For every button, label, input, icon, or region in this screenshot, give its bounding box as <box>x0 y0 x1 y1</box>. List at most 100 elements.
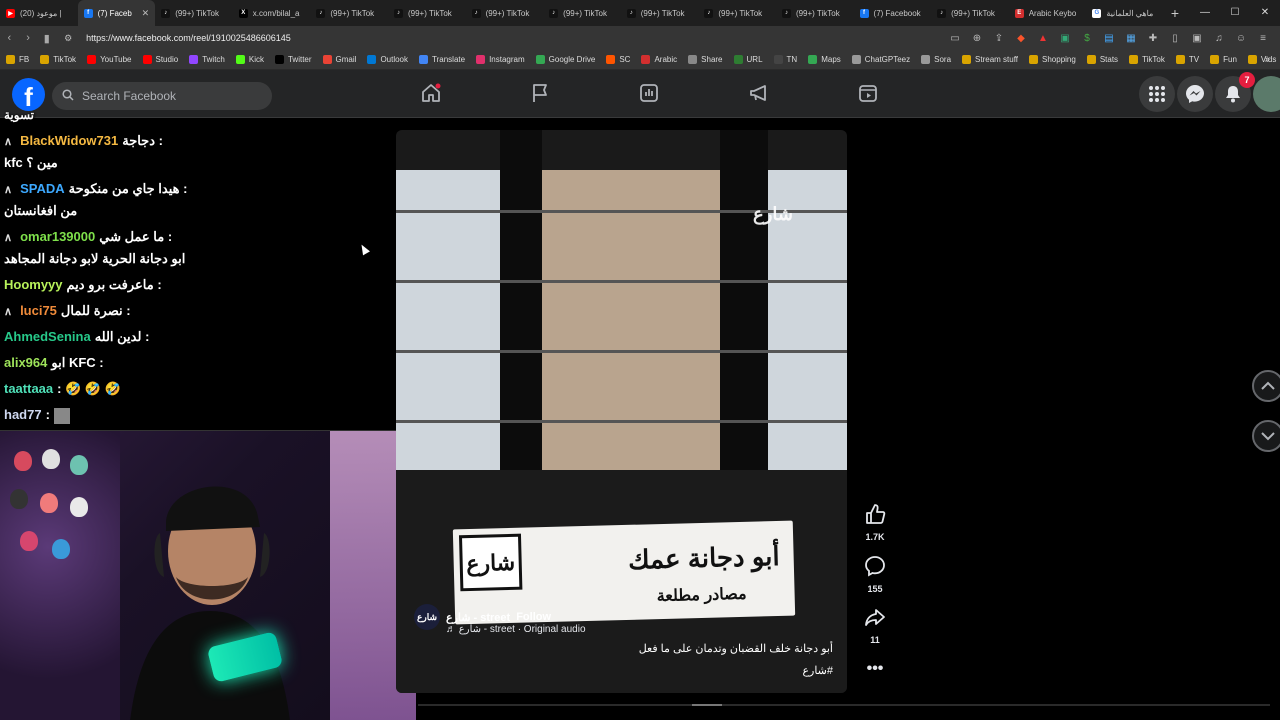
extensions-puzzle-icon[interactable]: ✚ <box>1142 30 1164 46</box>
bookmarks-overflow-icon[interactable]: » <box>1264 54 1270 65</box>
browser-tab[interactable]: f (7) Facebook <box>854 0 932 26</box>
browser-tab[interactable]: ♪ (99+) TikTok <box>931 0 1009 26</box>
extension-icon-4[interactable]: ▦ <box>1120 30 1142 46</box>
home-nav-icon[interactable] <box>420 82 442 104</box>
browser-tab[interactable]: ♪ (99+) TikTok <box>155 0 233 26</box>
author-avatar[interactable]: شارع <box>414 604 440 630</box>
browser-nav-bar: ‹ › ▮ ⚙ https://www.facebook.com/reel/19… <box>0 26 1280 50</box>
extension-icon-3[interactable]: ▤ <box>1098 30 1120 46</box>
reel-audio[interactable]: ♬ شارع - street · Original audio <box>446 624 586 635</box>
reel-video[interactable]: شارع شارع أبو دجانة عمك مصادر مطلعة شارع… <box>396 130 847 693</box>
browser-tab[interactable]: ♪ (99+) TikTok <box>621 0 699 26</box>
more-options-icon[interactable]: ••• <box>862 660 888 678</box>
horizontal-scrollbar[interactable] <box>418 704 1270 706</box>
browser-tab[interactable]: f (7) Faceb ✕ <box>77 0 156 26</box>
browser-tab[interactable]: ♪ (99+) TikTok <box>776 0 854 26</box>
share-action[interactable]: 11 <box>862 606 888 645</box>
bookmark-item[interactable]: Google Drive <box>535 55 595 64</box>
browser-tab[interactable]: ♪ (99+) TikTok <box>698 0 776 26</box>
brave-shield-icon[interactable]: ◆ <box>1010 30 1032 46</box>
browser-tab[interactable]: ♪ (99+) TikTok <box>543 0 621 26</box>
bookmark-item[interactable]: URL <box>733 55 763 64</box>
address-bar[interactable]: ⚙ https://www.facebook.com/reel/19100254… <box>64 28 944 48</box>
reel-description: أبو دجانة خلف القضبان وتدمان على ما فعل <box>638 643 833 655</box>
bookmark-item[interactable]: Stream stuff <box>962 55 1018 64</box>
bookmark-item[interactable]: Share <box>688 55 723 64</box>
extension-icon-1[interactable]: ▣ <box>1054 30 1076 46</box>
notification-count-badge: 7 <box>1239 72 1255 88</box>
video-bar <box>396 350 847 353</box>
profile-icon[interactable]: ☺ <box>1230 30 1252 46</box>
bookmark-item[interactable]: YouTube <box>87 55 132 64</box>
zoom-icon[interactable]: ⊕ <box>966 30 988 46</box>
bookmark-label: Outlook <box>380 55 409 64</box>
search-input[interactable] <box>82 89 262 103</box>
bookmark-item[interactable]: Twitter <box>274 55 312 64</box>
bookmark-item[interactable]: FB <box>6 55 29 64</box>
bookmark-item[interactable]: Studio <box>142 55 178 64</box>
browser-tab[interactable]: ♪ (99+) TikTok <box>310 0 388 26</box>
browser-tab[interactable]: G ماهي العلمانية <box>1086 0 1164 26</box>
bookmark-item[interactable]: Fun <box>1210 55 1237 64</box>
brave-rewards-icon[interactable]: ▲ <box>1032 30 1054 46</box>
bookmark-icon[interactable]: ▮ <box>37 32 56 45</box>
bookmark-item[interactable]: Sora <box>921 55 951 64</box>
megaphone-nav-icon[interactable] <box>748 82 770 104</box>
minimize-icon[interactable]: — <box>1190 0 1220 26</box>
browser-tab[interactable]: Xx.com/bilal_a <box>233 0 311 26</box>
next-reel-button[interactable] <box>1252 420 1280 452</box>
close-tab-icon[interactable]: ✕ <box>142 8 150 19</box>
new-tab-button[interactable]: + <box>1164 5 1186 21</box>
media-icon[interactable]: ♫ <box>1208 30 1230 46</box>
install-icon[interactable]: ▭ <box>944 30 966 46</box>
bookmark-item[interactable]: Shopping <box>1029 55 1076 64</box>
forward-icon[interactable]: › <box>19 32 38 44</box>
sidebar-icon[interactable]: ▯ <box>1164 30 1186 46</box>
flag-nav-icon[interactable] <box>529 82 551 104</box>
bookmark-item[interactable]: Stats <box>1086 55 1118 64</box>
messenger-button[interactable] <box>1177 76 1213 112</box>
bookmark-item[interactable]: Gmail <box>322 55 356 64</box>
browser-tab[interactable]: E Arabic Keybo <box>1009 0 1087 26</box>
bookmark-item[interactable]: Vids <box>1247 55 1276 64</box>
bookmark-item[interactable]: Maps <box>808 55 841 64</box>
bookmark-item[interactable]: SC <box>606 55 630 64</box>
scrollbar-thumb[interactable] <box>692 704 722 706</box>
browser-tab[interactable]: ♪ (99+) TikTok <box>388 0 466 26</box>
chat-message: ∧ BlackWidow731 دجاجة : <box>4 130 394 153</box>
bookmark-item[interactable]: ChatGPTeez <box>851 55 910 64</box>
bookmark-item[interactable]: Arabic <box>641 55 677 64</box>
bookmark-item[interactable]: TikTok <box>40 55 76 64</box>
comment-action[interactable]: 155 <box>862 555 888 594</box>
follow-button[interactable]: Follow <box>516 611 551 623</box>
share-page-icon[interactable]: ⇪ <box>988 30 1010 46</box>
profile-avatar[interactable] <box>1253 76 1280 112</box>
bookmark-item[interactable]: Kick <box>235 55 264 64</box>
video-nav-icon[interactable] <box>857 82 879 104</box>
menu-icon[interactable]: ≡ <box>1252 30 1274 46</box>
bookmark-label: Instagram <box>489 55 525 64</box>
reel-hashtag[interactable]: #شارع <box>802 664 833 677</box>
decor-shape <box>42 449 60 469</box>
bookmark-item[interactable]: TikTok <box>1129 55 1165 64</box>
maximize-icon[interactable]: ☐ <box>1220 0 1250 26</box>
close-window-icon[interactable]: ✕ <box>1250 0 1280 26</box>
browser-tab[interactable]: ▶ (20) موعود | <box>0 0 78 26</box>
back-icon[interactable]: ‹ <box>0 32 19 44</box>
bookmark-item[interactable]: Instagram <box>476 55 525 64</box>
extension-icon-2[interactable]: $ <box>1076 30 1098 46</box>
author-name[interactable]: شارع - street <box>446 611 510 624</box>
bookmark-item[interactable]: TV <box>1175 55 1199 64</box>
previous-reel-button[interactable] <box>1252 370 1280 402</box>
site-info-icon[interactable]: ⚙ <box>64 33 78 44</box>
bookmark-item[interactable]: Outlook <box>367 55 408 64</box>
notifications-button[interactable]: 7 <box>1215 72 1255 112</box>
wallet-icon[interactable]: ▣ <box>1186 30 1208 46</box>
bookmark-item[interactable]: Translate <box>419 55 465 64</box>
chart-nav-icon[interactable] <box>638 82 660 104</box>
browser-tab[interactable]: ♪ (99+) TikTok <box>466 0 544 26</box>
bookmark-item[interactable]: TN <box>773 55 797 64</box>
menu-grid-button[interactable] <box>1139 76 1175 112</box>
like-action[interactable]: 1.7K <box>862 503 888 542</box>
bookmark-item[interactable]: Twitch <box>189 55 225 64</box>
